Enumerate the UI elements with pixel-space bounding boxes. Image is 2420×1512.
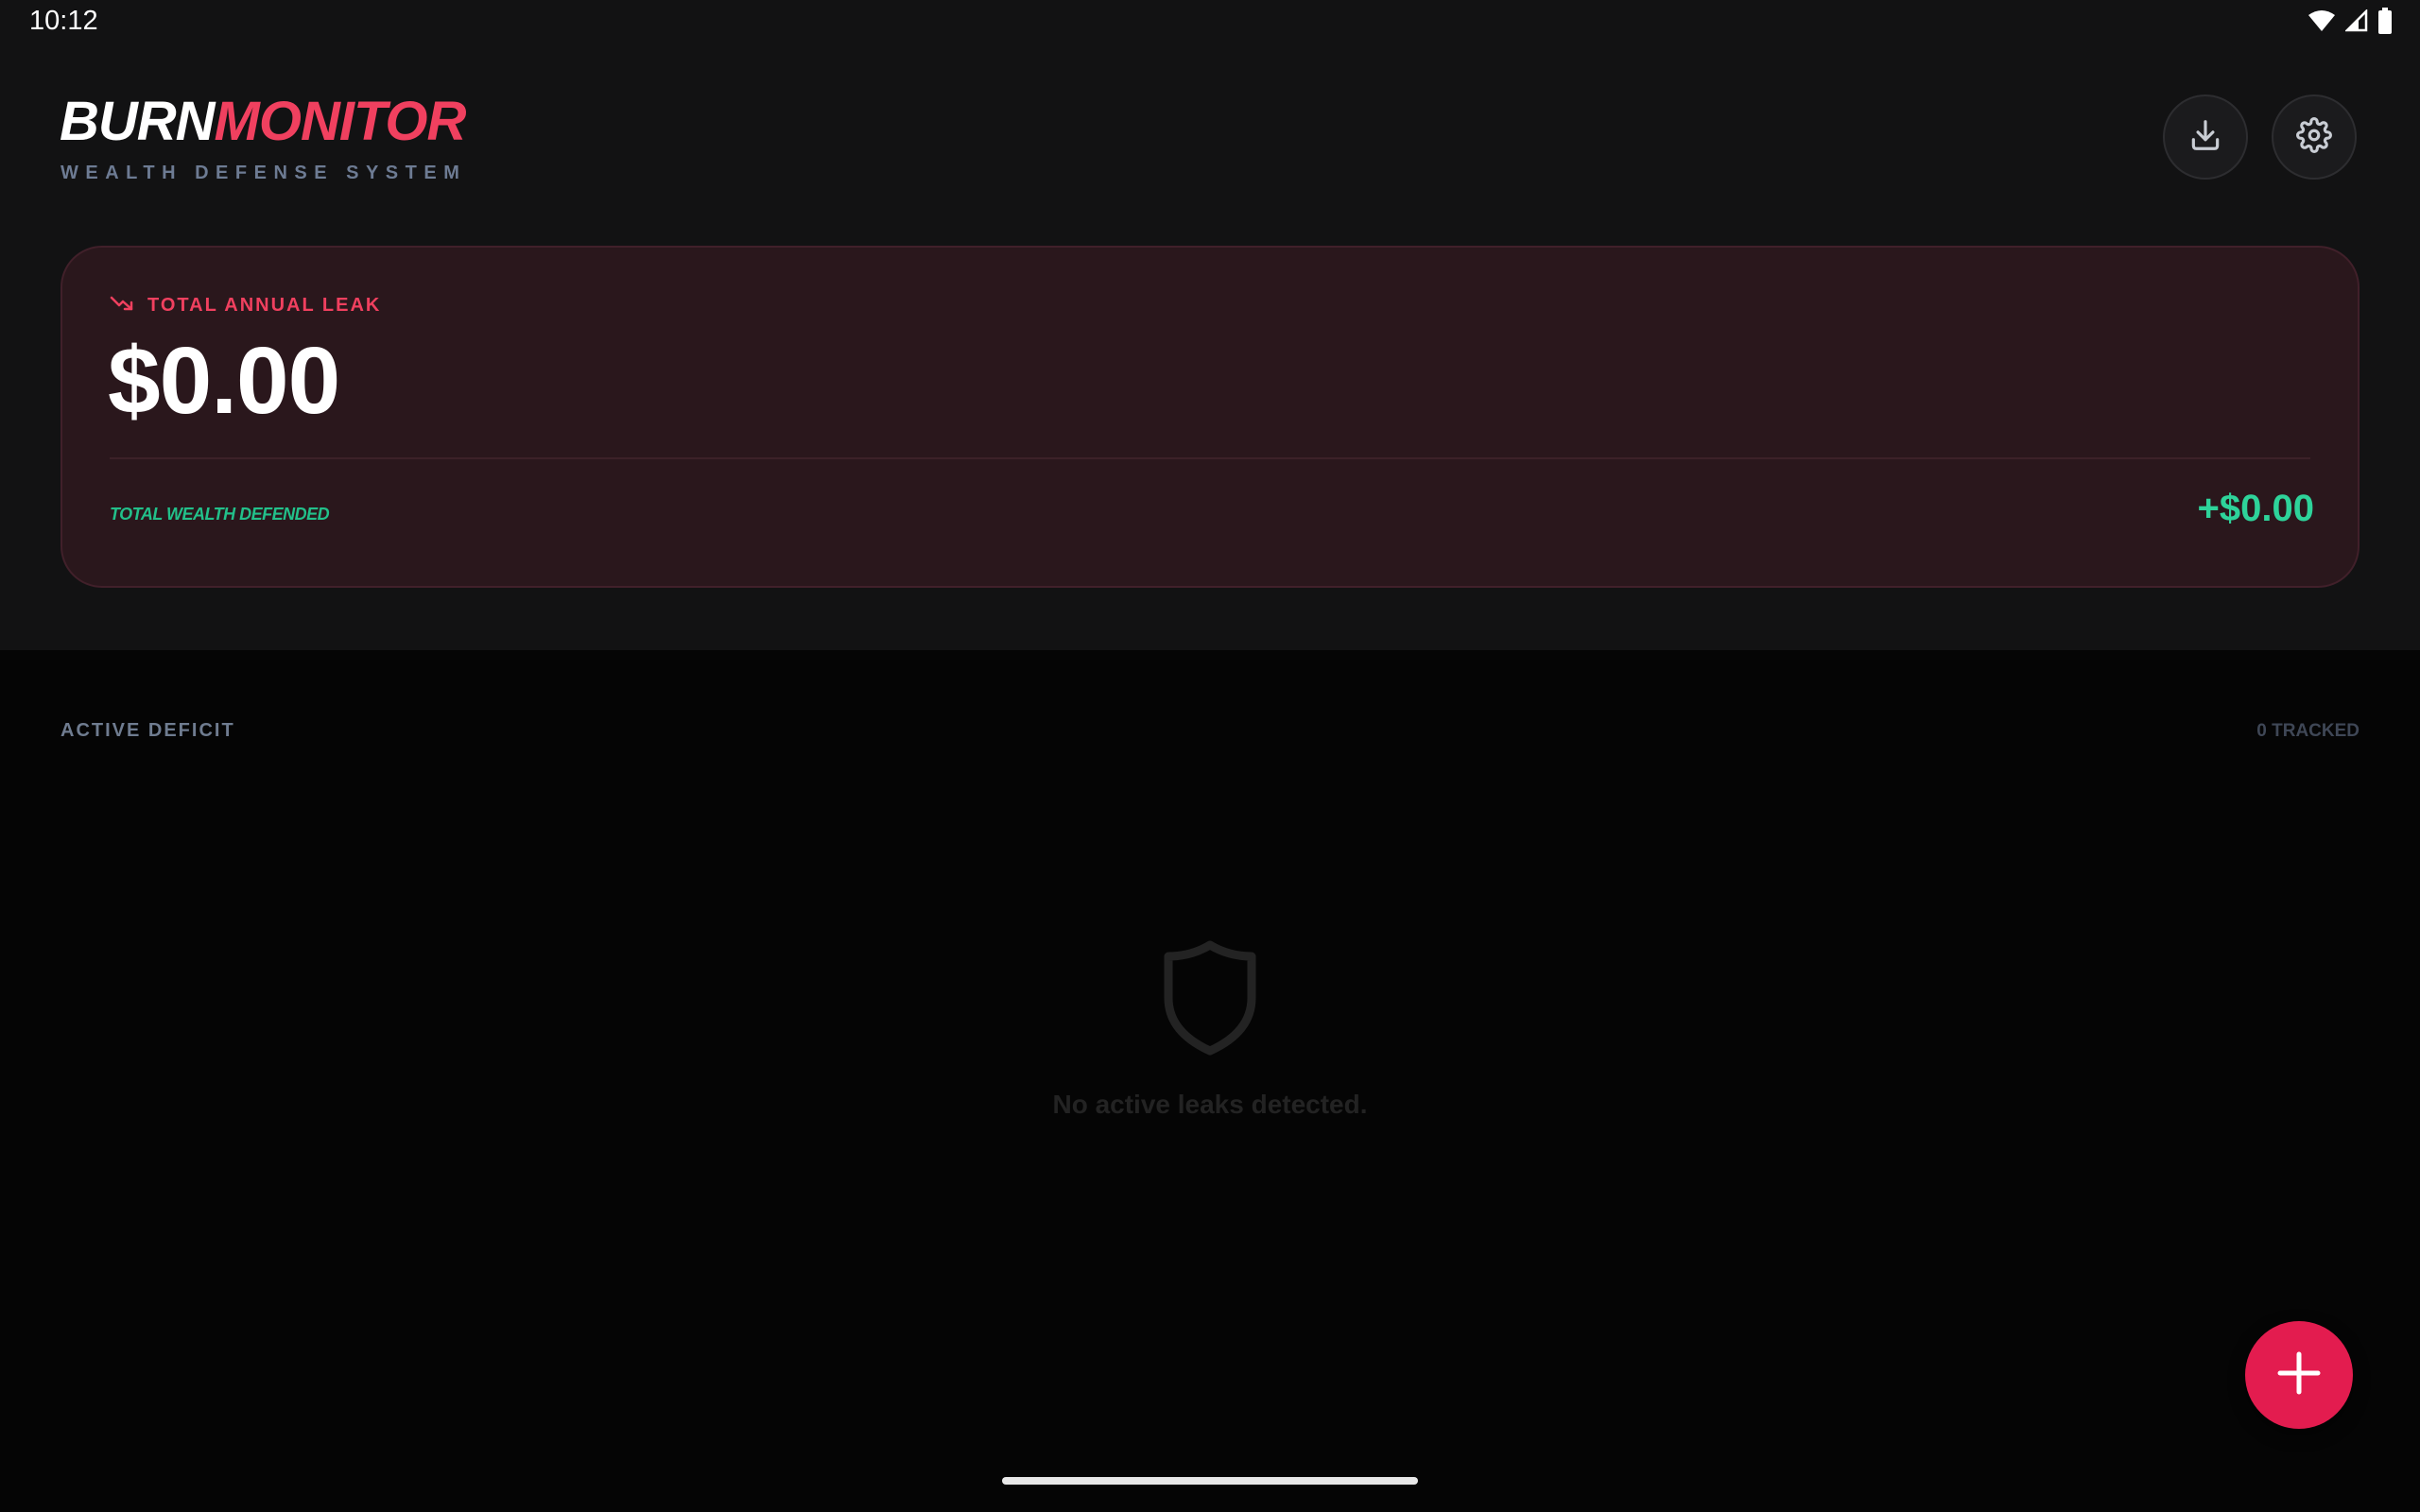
leak-label-row: TOTAL ANNUAL LEAK <box>110 295 381 317</box>
status-icons <box>2308 7 2393 39</box>
app-screen: 10:12 BURNMONITOR WEALTH DEFENSE SYSTEM … <box>0 0 2420 1512</box>
settings-button[interactable] <box>2272 94 2357 180</box>
empty-message: No active leaks detected. <box>1052 1090 1368 1119</box>
battery-icon <box>2377 7 2393 39</box>
export-button[interactable] <box>2163 94 2248 180</box>
active-deficit-heading: ACTIVE DEFICIT <box>60 720 235 741</box>
logo-monitor: MONITOR <box>214 91 467 152</box>
settings-icon <box>2296 116 2332 158</box>
card-divider <box>110 457 2310 459</box>
wealth-defended-amount: +$0.00 <box>2197 488 2314 529</box>
app-logo: BURNMONITOR <box>60 91 467 152</box>
summary-panel: BURNMONITOR WEALTH DEFENSE SYSTEM TOTAL … <box>0 45 2420 650</box>
shield-icon <box>1161 939 1259 1061</box>
total-annual-leak-amount: $0.00 <box>108 328 340 434</box>
tracked-count: 0 TRACKED <box>2256 721 2360 741</box>
total-annual-leak-label: TOTAL ANNUAL LEAK <box>147 295 382 316</box>
cell-signal-icon <box>2343 8 2368 37</box>
status-time: 10:12 <box>29 6 98 36</box>
add-leak-button[interactable] <box>2245 1321 2353 1429</box>
logo-burn: BURN <box>60 91 216 152</box>
plus-icon <box>2275 1349 2323 1401</box>
annual-leak-card: TOTAL ANNUAL LEAK $0.00 TOTAL WEALTH DEF… <box>60 246 2360 588</box>
home-indicator[interactable] <box>1002 1477 1418 1485</box>
download-icon <box>2187 117 2223 158</box>
trending-down-icon <box>110 295 134 317</box>
status-bar: 10:12 <box>0 0 2420 45</box>
empty-state: No active leaks detected. <box>0 939 2420 1120</box>
wifi-icon <box>2308 9 2336 37</box>
app-tagline: WEALTH DEFENSE SYSTEM <box>60 163 467 183</box>
wealth-defended-label: TOTAL WEALTH DEFENDED <box>110 505 330 524</box>
